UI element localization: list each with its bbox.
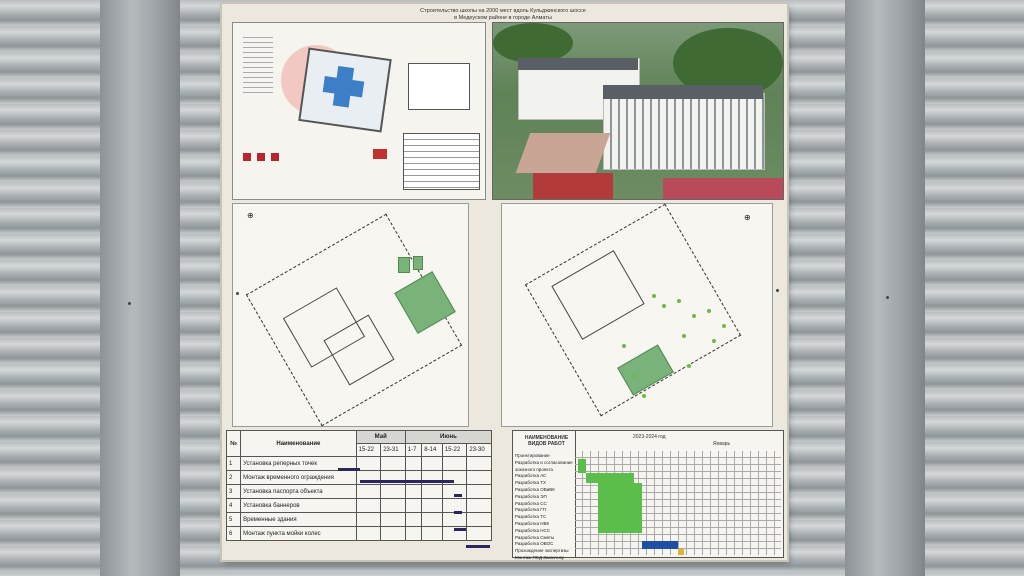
row-num: 5 xyxy=(225,512,242,527)
tree-marker xyxy=(722,324,726,328)
period: 8-14 xyxy=(421,443,443,457)
tree-marker xyxy=(632,374,636,378)
gantt-bar xyxy=(678,549,684,555)
col-num: № xyxy=(225,430,242,457)
plaza xyxy=(515,133,611,173)
board-title: Строительство школы на 2000 мест вдоль К… xyxy=(420,8,586,21)
task-bar xyxy=(454,528,466,531)
task-bar xyxy=(338,468,360,471)
tree-marker xyxy=(707,309,711,313)
school-building-plan xyxy=(321,64,366,109)
task-bar xyxy=(454,494,462,497)
tree-marker xyxy=(622,344,626,348)
sign-icon xyxy=(243,153,251,161)
gantt-bar xyxy=(578,459,586,473)
row-name: Временные здания xyxy=(240,512,357,527)
row-name: Монтаж временного ограждения xyxy=(240,470,357,485)
roof xyxy=(518,58,638,70)
col-name: Наименование xyxy=(240,430,357,457)
tree-marker xyxy=(677,299,681,303)
title-block xyxy=(403,133,480,190)
tree-marker xyxy=(692,314,696,318)
task-bar xyxy=(466,545,490,548)
gantt-bar xyxy=(598,483,642,533)
legend-text xyxy=(243,33,273,93)
sports-court xyxy=(533,173,613,199)
fence-post-right xyxy=(845,0,925,576)
gantt-chart-right: НАИМЕНОВАНИЕ ВИДОВ РАБОТ 2023-2024 год Я… xyxy=(512,430,784,560)
court xyxy=(398,257,410,273)
schedule-table-left: № Наименование Май Июнь 15-22 23-31 1-7 … xyxy=(225,430,493,541)
screw xyxy=(236,292,239,295)
period: 1-7 xyxy=(404,443,423,457)
col-name: НАИМЕНОВАНИЕ ВИДОВ РАБОТ xyxy=(524,435,569,447)
screw xyxy=(776,289,779,292)
tree-marker xyxy=(642,394,646,398)
month-may: Май xyxy=(355,430,406,444)
tree-marker xyxy=(682,334,686,338)
site-plan-sheet xyxy=(232,22,486,200)
floor-plan-right xyxy=(501,203,773,427)
month-june: Июнь xyxy=(404,430,493,444)
period: 23-31 xyxy=(380,443,406,457)
section-drawing xyxy=(408,63,470,110)
year-label: 2023-2024 год xyxy=(633,434,666,440)
gantt-bar xyxy=(642,541,678,549)
north-arrow-icon: ⊕ xyxy=(744,213,751,222)
north-arrow-icon: ⊕ xyxy=(247,211,254,220)
fence-post-left xyxy=(100,0,180,576)
gantt-bar xyxy=(586,473,634,483)
sign-icon xyxy=(271,153,279,161)
sign-icon xyxy=(373,149,387,159)
task-bar xyxy=(454,511,462,514)
row-name: Установка паспорта объекта xyxy=(240,484,357,499)
period: 15-22 xyxy=(355,443,382,457)
tree-marker xyxy=(712,339,716,343)
row-num: 6 xyxy=(225,526,242,541)
court xyxy=(413,256,423,270)
sign-icon xyxy=(257,153,265,161)
running-track xyxy=(663,178,783,199)
screw xyxy=(886,296,889,299)
tree-marker xyxy=(687,364,691,368)
building-main xyxy=(603,93,765,170)
row-num: 2 xyxy=(225,470,242,485)
period: 15-22 xyxy=(441,443,468,457)
row-num: 4 xyxy=(225,498,242,513)
row-name: Монтаж пункта мойки колес xyxy=(240,526,357,541)
row-name: Установка баннеров xyxy=(240,498,357,513)
screw xyxy=(128,302,131,305)
roof xyxy=(603,85,763,99)
task-list: Проектирование Разработка и согласование… xyxy=(515,453,573,560)
task-bar xyxy=(360,480,454,483)
site-boundary xyxy=(298,47,392,133)
tree-marker xyxy=(652,294,656,298)
row-num: 3 xyxy=(225,484,242,499)
row-num: 1 xyxy=(225,456,242,471)
school-render xyxy=(492,22,784,200)
period: 23-30 xyxy=(466,443,492,457)
floor-plan-left xyxy=(232,203,469,427)
tree xyxy=(493,23,573,63)
month-label: Январь xyxy=(713,441,731,447)
tree-marker xyxy=(662,304,666,308)
